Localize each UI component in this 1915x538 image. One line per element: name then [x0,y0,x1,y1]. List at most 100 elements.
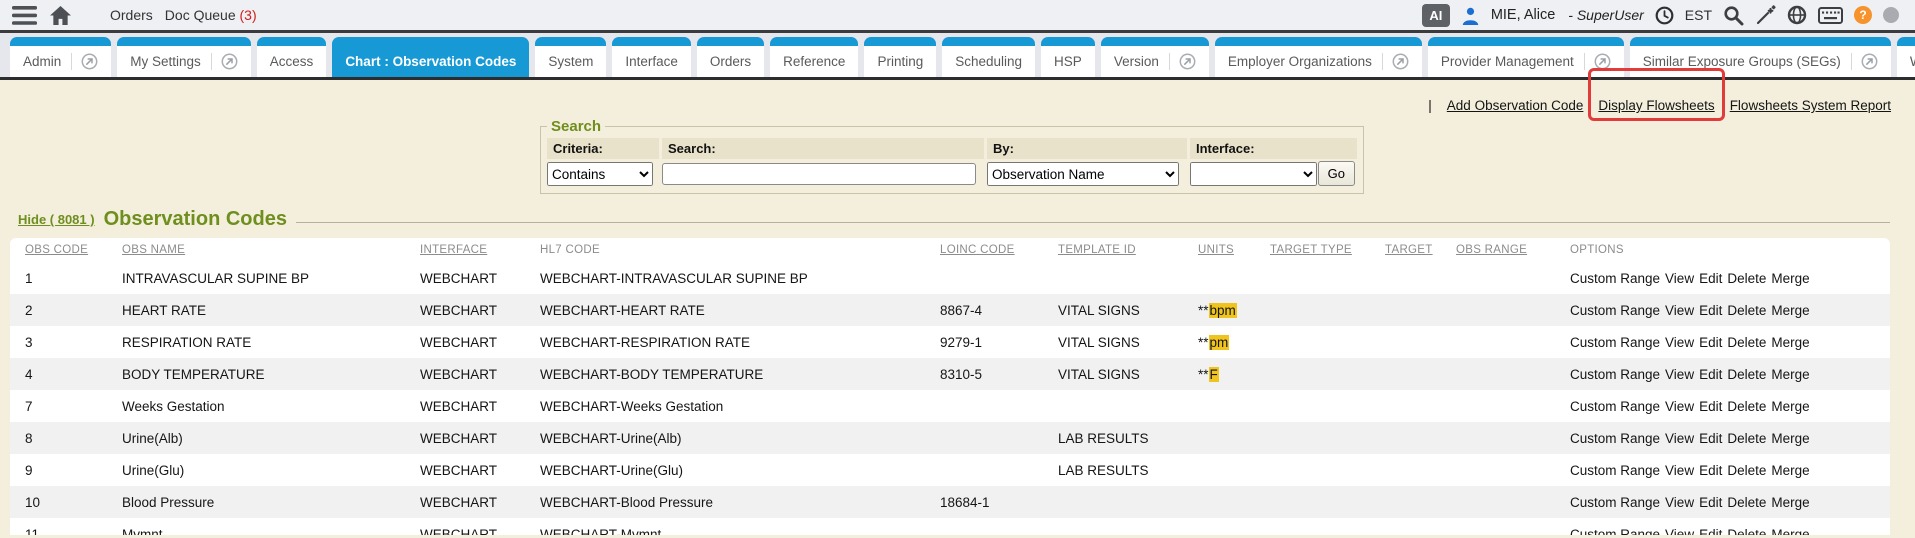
option-link-delete[interactable]: Delete [1727,271,1766,286]
timezone-label[interactable]: EST [1685,7,1712,23]
option-link-edit[interactable]: Edit [1699,335,1722,350]
column-header-obs-code[interactable]: OBS CODE [10,238,107,262]
option-link-view[interactable]: View [1665,527,1694,536]
search-controls-row: Contains Observation Name [547,162,1357,186]
option-link-delete[interactable]: Delete [1727,399,1766,414]
option-link-merge[interactable]: Merge [1771,367,1809,382]
column-header-units[interactable]: UNITS [1183,238,1255,262]
option-link-edit[interactable]: Edit [1699,527,1722,536]
option-link-delete[interactable]: Delete [1727,463,1766,478]
tab-printing[interactable]: Printing [864,37,936,77]
display-flowsheets-link[interactable]: Display Flowsheets [1598,98,1714,113]
user-icon[interactable] [1461,6,1480,25]
option-link-merge[interactable]: Merge [1771,431,1809,446]
tab-similar-exposure-groups-segs[interactable]: Similar Exposure Groups (SEGs) [1630,37,1891,77]
option-link-merge[interactable]: Merge [1771,527,1809,536]
option-link-delete[interactable]: Delete [1727,335,1766,350]
tab-work-loca[interactable]: Work Loca [1897,37,1915,77]
column-header-obs-name[interactable]: OBS NAME [107,238,405,262]
search-input[interactable] [662,163,976,185]
flowsheets-system-report-link[interactable]: Flowsheets System Report [1730,98,1891,113]
tab-my-settings[interactable]: My Settings [117,37,251,77]
add-observation-code-link[interactable]: Add Observation Code [1447,98,1584,113]
option-link-edit[interactable]: Edit [1699,431,1722,446]
option-link-view[interactable]: View [1665,463,1694,478]
cell-template-id [1043,518,1183,535]
cell-interface: WEBCHART [405,262,525,294]
search-icon[interactable] [1723,5,1744,26]
option-link-custom-range[interactable]: Custom Range [1570,303,1660,318]
home-icon[interactable] [49,5,72,26]
globe-icon[interactable] [1787,5,1807,25]
option-link-edit[interactable]: Edit [1699,303,1722,318]
clock-icon[interactable] [1655,6,1674,25]
column-header-interface[interactable]: INTERFACE [405,238,525,262]
option-link-merge[interactable]: Merge [1771,463,1809,478]
topbar-link-orders[interactable]: Orders [110,7,153,23]
column-header-obs-range[interactable]: OBS RANGE [1441,238,1555,262]
interface-select[interactable] [1190,162,1317,186]
column-header-target-type[interactable]: TARGET TYPE [1255,238,1370,262]
option-link-merge[interactable]: Merge [1771,399,1809,414]
topbar-link-doc-queue[interactable]: Doc Queue (3) [165,7,257,23]
option-link-edit[interactable]: Edit [1699,367,1722,382]
option-link-view[interactable]: View [1665,303,1694,318]
option-link-edit[interactable]: Edit [1699,399,1722,414]
option-link-edit[interactable]: Edit [1699,271,1722,286]
option-link-merge[interactable]: Merge [1771,335,1809,350]
option-link-view[interactable]: View [1665,271,1694,286]
option-link-view[interactable]: View [1665,495,1694,510]
option-link-delete[interactable]: Delete [1727,527,1766,536]
option-link-view[interactable]: View [1665,431,1694,446]
cell-options: Custom Range View Edit Delete Merge [1555,326,1890,358]
tab-orders[interactable]: Orders [697,37,764,77]
option-link-custom-range[interactable]: Custom Range [1570,431,1660,446]
tab-system[interactable]: System [535,37,606,77]
option-link-custom-range[interactable]: Custom Range [1570,335,1660,350]
go-button[interactable]: Go [1318,161,1355,186]
hamburger-menu-icon[interactable] [12,6,37,25]
option-link-view[interactable]: View [1665,367,1694,382]
tab-employer-organizations[interactable]: Employer Organizations [1215,37,1422,77]
tab-interface[interactable]: Interface [612,37,691,77]
option-link-delete[interactable]: Delete [1727,303,1766,318]
table-row: 11MvmntWEBCHARTWEBCHART-MvmntCustom Rang… [10,518,1890,535]
tab-chart-observation-codes[interactable]: Chart : Observation Codes [332,37,529,77]
tab-access[interactable]: Access [257,37,327,77]
keyboard-icon[interactable] [1818,7,1843,24]
option-link-custom-range[interactable]: Custom Range [1570,271,1660,286]
option-link-view[interactable]: View [1665,335,1694,350]
option-link-merge[interactable]: Merge [1771,495,1809,510]
option-link-edit[interactable]: Edit [1699,495,1722,510]
option-link-delete[interactable]: Delete [1727,495,1766,510]
tab-provider-management[interactable]: Provider Management [1428,37,1624,77]
by-select[interactable]: Observation Name [987,162,1179,186]
column-header-target[interactable]: TARGET [1370,238,1441,262]
option-link-delete[interactable]: Delete [1727,367,1766,382]
user-name[interactable]: MIE, Alice [1491,7,1555,23]
column-header-loinc-code[interactable]: LOINC CODE [925,238,1043,262]
tab-reference[interactable]: Reference [770,37,858,77]
tab-hsp[interactable]: HSP [1041,37,1095,77]
option-link-view[interactable]: View [1665,399,1694,414]
tab-scheduling[interactable]: Scheduling [942,37,1035,77]
criteria-select[interactable]: Contains [547,162,653,186]
tab-version[interactable]: Version [1101,37,1209,77]
option-link-custom-range[interactable]: Custom Range [1570,367,1660,382]
ai-button[interactable]: AI [1422,4,1450,27]
magic-wand-icon[interactable] [1755,5,1776,26]
option-link-custom-range[interactable]: Custom Range [1570,399,1660,414]
option-link-custom-range[interactable]: Custom Range [1570,527,1660,536]
option-link-custom-range[interactable]: Custom Range [1570,463,1660,478]
hide-count-link[interactable]: Hide ( 8081 ) [18,212,95,227]
table-row: 4BODY TEMPERATUREWEBCHARTWEBCHART-BODY T… [10,358,1890,390]
table-body: 1INTRAVASCULAR SUPINE BPWEBCHARTWEBCHART… [10,262,1890,535]
option-link-edit[interactable]: Edit [1699,463,1722,478]
option-link-custom-range[interactable]: Custom Range [1570,495,1660,510]
column-header-template-id[interactable]: TEMPLATE ID [1043,238,1183,262]
help-icon[interactable]: ? [1854,6,1872,24]
option-link-merge[interactable]: Merge [1771,271,1809,286]
option-link-delete[interactable]: Delete [1727,431,1766,446]
tab-admin[interactable]: Admin [10,37,111,77]
option-link-merge[interactable]: Merge [1771,303,1809,318]
